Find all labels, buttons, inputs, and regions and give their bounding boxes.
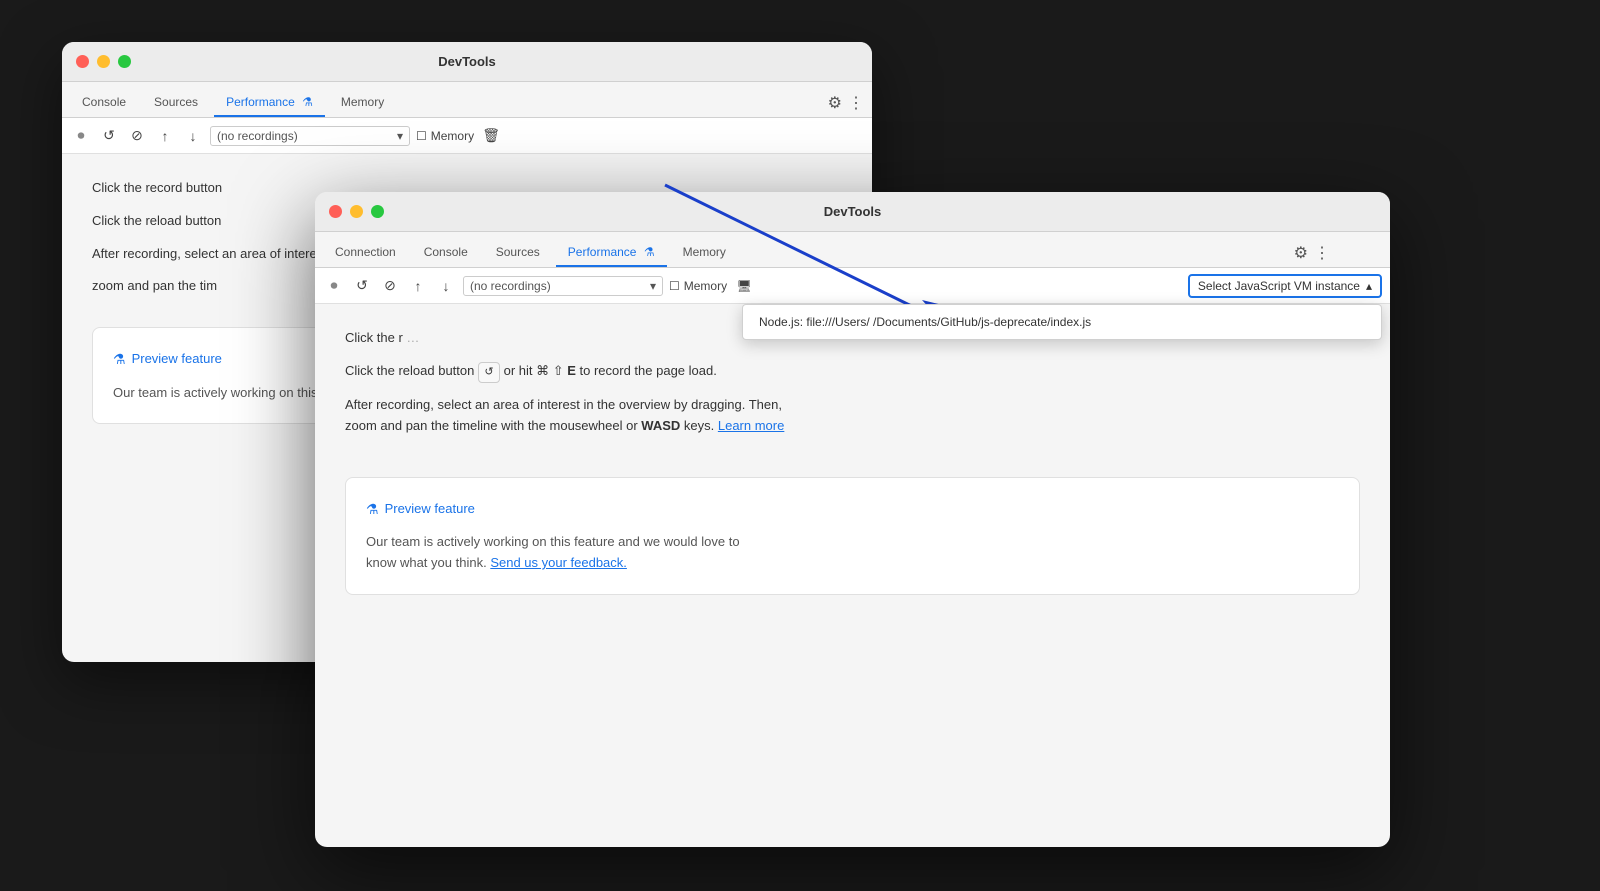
front-maximize-button[interactable]	[371, 205, 384, 218]
back-window-title: DevTools	[438, 54, 496, 69]
front-traffic-lights	[329, 205, 384, 218]
back-delete-button[interactable]: 🗑	[480, 125, 502, 147]
back-tab-sources[interactable]: Sources	[142, 89, 210, 117]
front-stop-button[interactable]: ⊘	[379, 275, 401, 297]
front-content-line2: Click the reload button ↺ or hit ⌘ ⇧ E t…	[345, 361, 1360, 384]
front-minimize-button[interactable]	[350, 205, 363, 218]
front-content: Click the r … Click the reload button ↺ …	[315, 304, 1390, 619]
front-vm-selector-label: Select JavaScript VM instance	[1198, 279, 1360, 293]
back-reload-button[interactable]: ↺	[98, 125, 120, 147]
front-close-button[interactable]	[329, 205, 342, 218]
front-preview-title: ⚗ Preview feature	[366, 498, 1339, 520]
front-record-button[interactable]: ⏺	[323, 275, 345, 297]
back-more-icon[interactable]: ⋮	[848, 93, 864, 113]
back-recordings-text: (no recordings)	[217, 129, 298, 143]
front-tab-sources[interactable]: Sources	[484, 239, 552, 267]
back-tab-console[interactable]: Console	[70, 89, 138, 117]
front-more-icon[interactable]: ⋮	[1314, 243, 1330, 263]
front-toolbar: ⏺ ↺ ⊘ ↑ ↓ (no recordings) ▾ ☐ Memory 🖥 S…	[315, 268, 1390, 304]
front-recordings-text: (no recordings)	[470, 279, 551, 293]
front-memory-checkbox[interactable]: ☐	[669, 279, 680, 293]
front-tabs-bar: Connection Console Sources Performance ⚗…	[315, 232, 1390, 268]
front-vm-chevron-up-icon: ▴	[1366, 279, 1372, 293]
front-preview-box: ⚗ Preview feature Our team is actively w…	[345, 477, 1360, 595]
back-memory-checkbox-area[interactable]: ☐ Memory	[416, 129, 474, 143]
front-devtools-window: DevTools Connection Console Sources Perf…	[315, 192, 1390, 847]
front-download-button[interactable]: ↓	[435, 275, 457, 297]
back-preview-flask-icon: ⚗	[113, 348, 126, 370]
back-titlebar: DevTools	[62, 42, 872, 82]
front-memory-label: Memory	[684, 279, 727, 293]
back-tab-performance[interactable]: Performance ⚗	[214, 89, 325, 117]
front-reload-kbd: ↺	[478, 362, 500, 384]
back-upload-button[interactable]: ↑	[154, 125, 176, 147]
back-minimize-button[interactable]	[97, 55, 110, 68]
front-upload-button[interactable]: ↑	[407, 275, 429, 297]
front-settings-icon[interactable]: ⚙	[1294, 243, 1308, 263]
front-titlebar: DevTools	[315, 192, 1390, 232]
front-preview-flask-icon: ⚗	[366, 498, 379, 520]
front-tab-icons: ⚙ ⋮	[1294, 243, 1330, 267]
back-maximize-button[interactable]	[118, 55, 131, 68]
front-chip-icon: 🖥	[733, 275, 755, 297]
front-content-line3: After recording, select an area of inter…	[345, 395, 1360, 437]
back-tab-memory[interactable]: Memory	[329, 89, 396, 117]
front-tab-connection[interactable]: Connection	[323, 239, 408, 267]
back-memory-label: Memory	[431, 129, 474, 143]
back-record-button[interactable]: ⏺	[70, 125, 92, 147]
front-reload-shortcut: or hit ⌘ ⇧ E to record the page load.	[504, 363, 717, 378]
back-settings-icon[interactable]: ⚙	[828, 93, 842, 113]
front-tab-console[interactable]: Console	[412, 239, 480, 267]
front-vm-dropdown[interactable]: Node.js: file:///Users/ /Documents/GitHu…	[742, 304, 1382, 340]
back-tabs-bar: Console Sources Performance ⚗ Memory ⚙ ⋮	[62, 82, 872, 118]
back-performance-flask-icon: ⚗	[302, 95, 313, 109]
back-toolbar: ⏺ ↺ ⊘ ↑ ↓ (no recordings) ▾ ☐ Memory 🗑	[62, 118, 872, 154]
front-vm-dropdown-item[interactable]: Node.js: file:///Users/ /Documents/GitHu…	[743, 305, 1381, 339]
back-memory-checkbox[interactable]: ☐	[416, 129, 427, 143]
front-reload-button[interactable]: ↺	[351, 275, 373, 297]
front-chevron-down-icon: ▾	[650, 279, 656, 293]
front-recordings-dropdown[interactable]: (no recordings) ▾	[463, 276, 663, 296]
front-memory-checkbox-area[interactable]: ☐ Memory	[669, 279, 727, 293]
front-learn-more-link[interactable]: Learn more	[718, 418, 784, 433]
back-stop-button[interactable]: ⊘	[126, 125, 148, 147]
front-feedback-link[interactable]: Send us your feedback.	[490, 555, 627, 570]
back-download-button[interactable]: ↓	[182, 125, 204, 147]
back-close-button[interactable]	[76, 55, 89, 68]
back-recordings-dropdown[interactable]: (no recordings) ▾	[210, 126, 410, 146]
front-window-title: DevTools	[824, 204, 882, 219]
front-vm-selector-button[interactable]: Select JavaScript VM instance ▴	[1188, 274, 1382, 298]
back-traffic-lights	[76, 55, 131, 68]
front-tab-memory[interactable]: Memory	[671, 239, 738, 267]
front-wasd-text: WASD	[641, 418, 680, 433]
front-performance-flask-icon: ⚗	[644, 245, 655, 259]
back-tab-icons: ⚙ ⋮	[828, 93, 864, 117]
front-tab-performance[interactable]: Performance ⚗	[556, 239, 667, 267]
front-preview-text: Our team is actively working on this fea…	[366, 532, 1339, 574]
back-chevron-down-icon: ▾	[397, 129, 403, 143]
